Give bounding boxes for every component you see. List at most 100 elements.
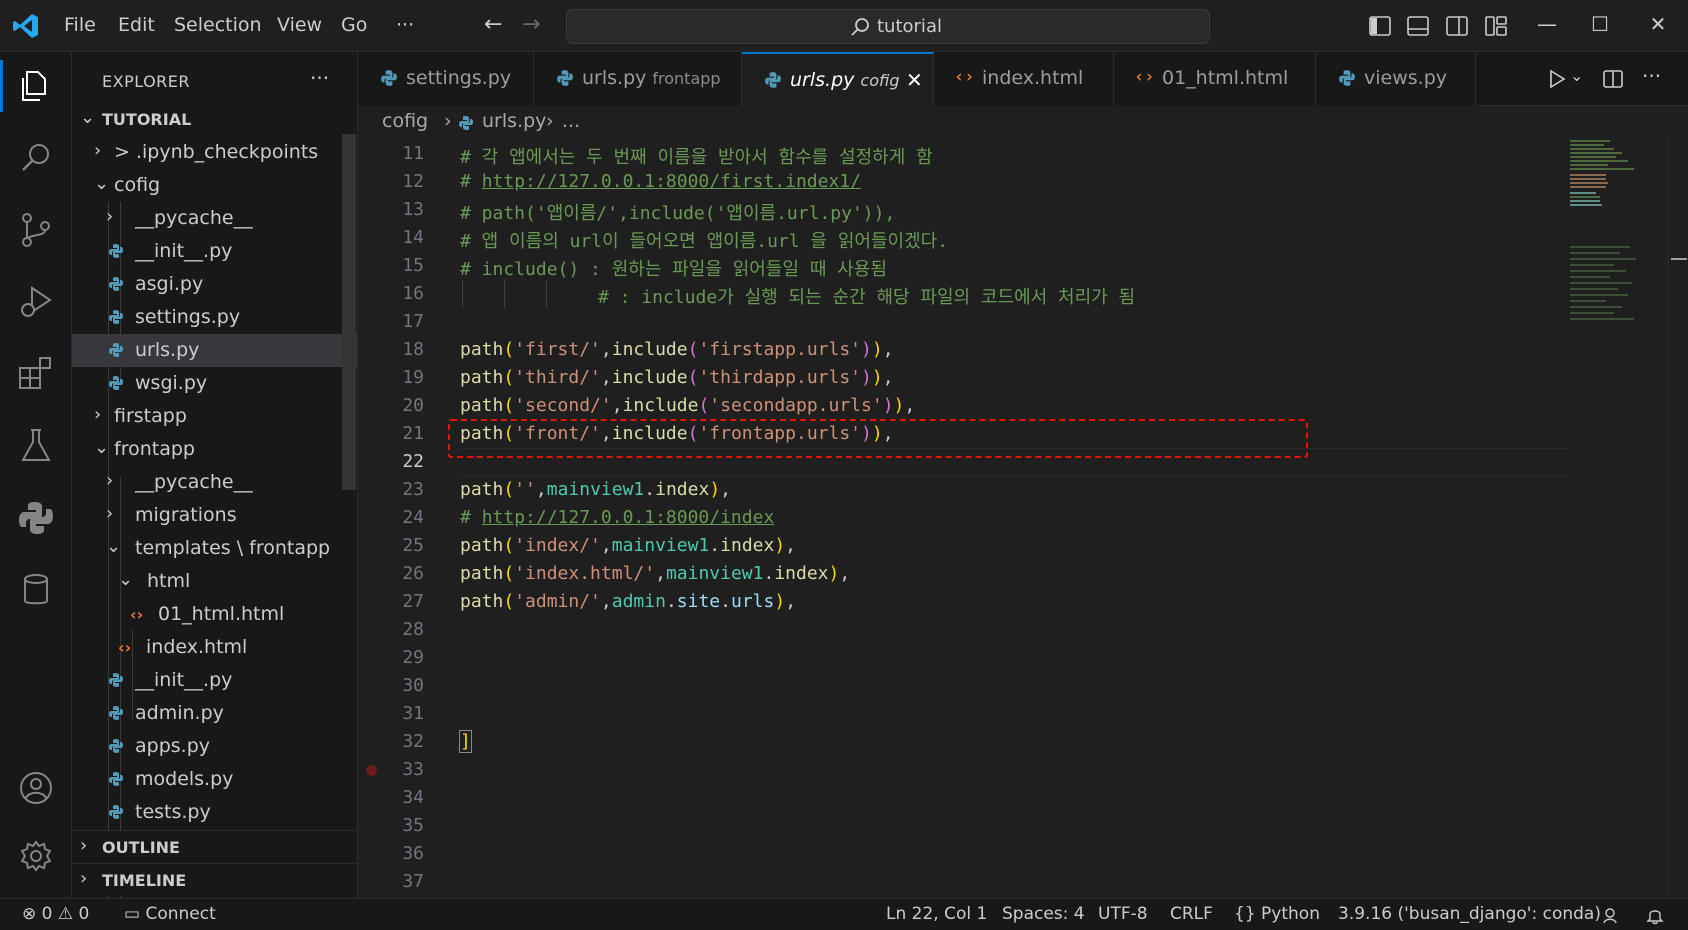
tree-file-apps-py[interactable]: apps.py bbox=[72, 730, 357, 763]
breadcrumb-separator-icon: › bbox=[444, 110, 452, 132]
tree-file-index-html[interactable]: ‹› index.html bbox=[72, 631, 357, 664]
code-token: urls bbox=[730, 591, 775, 612]
comment-link[interactable]: http://127.0.0.1:8000/index bbox=[482, 507, 775, 528]
menu-view[interactable]: View bbox=[277, 14, 322, 36]
tree-file-init-py[interactable]: __init__.py bbox=[72, 235, 357, 268]
tree-folder-templates-frontapp[interactable]: ⌄ templates \ frontapp bbox=[72, 532, 357, 565]
extensions-icon[interactable] bbox=[14, 352, 58, 396]
python-file-icon bbox=[109, 706, 123, 720]
feedback-icon[interactable] bbox=[1602, 906, 1622, 926]
timeline-section[interactable]: › TIMELINE bbox=[72, 863, 357, 896]
minimap[interactable] bbox=[1568, 140, 1668, 898]
run-debug-icon[interactable] bbox=[14, 280, 58, 324]
code-editor[interactable]: 11 # 각 앱에서는 두 번째 이름을 받아서 함수를 설정하게 함 12 #… bbox=[358, 140, 1668, 898]
python-interpreter[interactable]: 3.9.16 ('busan_django': conda) bbox=[1338, 904, 1601, 924]
run-python-file-icon[interactable] bbox=[1546, 68, 1568, 90]
encoding-setting[interactable]: UTF-8 bbox=[1098, 904, 1148, 924]
account-icon[interactable] bbox=[14, 766, 58, 810]
cursor-position[interactable]: Ln 22, Col 1 bbox=[886, 904, 987, 924]
editor-more-actions-icon[interactable]: ··· bbox=[1642, 64, 1661, 88]
tree-folder-migrations[interactable]: › migrations bbox=[72, 499, 357, 532]
tree-folder-ipynb-checkpoints[interactable]: › > .ipynb_checkpoints bbox=[72, 136, 357, 169]
tree-folder-frontapp[interactable]: ⌄ frontapp bbox=[72, 433, 357, 466]
code-token: path bbox=[460, 395, 504, 416]
indentation-setting[interactable]: Spaces: 4 bbox=[1002, 904, 1085, 924]
tree-file-asgi-py[interactable]: asgi.py bbox=[72, 268, 357, 301]
command-center-search[interactable]: tutorial bbox=[566, 9, 1210, 44]
tree-folder-firstapp[interactable]: › firstapp bbox=[72, 400, 357, 433]
maximize-icon[interactable]: ☐ bbox=[1586, 12, 1614, 40]
tab-index-html[interactable]: ‹› index.html bbox=[934, 52, 1114, 106]
run-dropdown-chevron-icon[interactable]: ⌄ bbox=[1570, 66, 1583, 85]
source-control-icon[interactable] bbox=[14, 208, 58, 252]
breadcrumb-file[interactable]: urls.py bbox=[482, 110, 546, 132]
editor-vertical-scrollbar[interactable] bbox=[1668, 140, 1688, 898]
forward-arrow-icon[interactable]: → bbox=[522, 12, 540, 37]
tree-folder-cofig[interactable]: ⌄ cofig bbox=[72, 169, 357, 202]
close-window-icon[interactable]: ✕ bbox=[1644, 12, 1672, 40]
comment-link[interactable]: http://127.0.0.1:8000/first.index1/ bbox=[482, 171, 861, 192]
minimize-icon[interactable]: — bbox=[1533, 12, 1561, 40]
line-number: 14 bbox=[402, 227, 424, 248]
explorer-more-actions[interactable]: ··· bbox=[310, 66, 329, 90]
code-token: ) bbox=[774, 591, 786, 612]
tree-root-tutorial[interactable]: ⌄ TUTORIAL bbox=[72, 103, 357, 136]
red-dashed-highlight-box bbox=[448, 419, 1308, 458]
toggle-primary-sidebar-icon[interactable] bbox=[1368, 14, 1392, 38]
settings-gear-icon[interactable] bbox=[14, 834, 58, 878]
command-center-label: tutorial bbox=[877, 16, 942, 37]
back-arrow-icon[interactable]: ← bbox=[484, 12, 502, 37]
tab-urls-py-frontapp[interactable]: urls.py frontapp bbox=[534, 52, 742, 106]
tab-views-py[interactable]: views.py bbox=[1316, 52, 1476, 106]
sidebar-scrollbar[interactable] bbox=[342, 134, 356, 490]
menu-file[interactable]: File bbox=[64, 14, 96, 36]
toggle-panel-icon[interactable] bbox=[1406, 14, 1430, 38]
toggle-secondary-sidebar-icon[interactable] bbox=[1445, 14, 1469, 38]
code-token: 'third/' bbox=[514, 367, 601, 388]
tree-file-tests-py[interactable]: tests.py bbox=[72, 796, 357, 829]
search-icon[interactable] bbox=[14, 136, 58, 180]
python-file-icon bbox=[109, 739, 123, 753]
code-token: 'index/' bbox=[514, 535, 601, 556]
menu-edit[interactable]: Edit bbox=[118, 14, 155, 36]
testing-flask-icon[interactable] bbox=[14, 424, 58, 468]
tree-file-init-py-frontapp[interactable]: __init__.py bbox=[72, 664, 357, 697]
tab-01-html[interactable]: ‹› 01_html.html bbox=[1114, 52, 1316, 106]
problems-indicator[interactable]: ⊗ 0 ⚠ 0 bbox=[22, 904, 89, 924]
tree-file-settings-py[interactable]: settings.py bbox=[72, 301, 357, 334]
tree-file-urls-py-selected[interactable]: urls.py bbox=[72, 334, 357, 367]
python-file-icon bbox=[1339, 70, 1355, 86]
tree-folder-pycache-frontapp[interactable]: › __pycache__ bbox=[72, 466, 357, 499]
tree-item-label: models.py bbox=[135, 768, 234, 790]
code-token: ) bbox=[861, 339, 872, 360]
outline-section[interactable]: › OUTLINE bbox=[72, 830, 357, 863]
breadcrumb-symbols[interactable]: ... bbox=[562, 110, 580, 132]
tree-file-01-html[interactable]: ‹› 01_html.html bbox=[72, 598, 357, 631]
explorer-files-icon[interactable] bbox=[14, 64, 58, 108]
customize-layout-icon[interactable] bbox=[1484, 14, 1508, 38]
close-tab-icon[interactable]: ✕ bbox=[906, 68, 923, 92]
line-number: 17 bbox=[402, 311, 424, 332]
code-token: . bbox=[709, 535, 721, 556]
database-icon[interactable] bbox=[14, 568, 58, 612]
remote-connect-button[interactable]: ▭ Connect bbox=[124, 904, 216, 924]
breadcrumb-folder[interactable]: cofig bbox=[382, 110, 428, 132]
eol-setting[interactable]: CRLF bbox=[1170, 904, 1213, 924]
tree-folder-html[interactable]: ⌄ html bbox=[72, 565, 357, 598]
split-editor-icon[interactable] bbox=[1602, 68, 1624, 90]
menu-go[interactable]: Go bbox=[341, 14, 367, 36]
notifications-bell-icon[interactable] bbox=[1645, 905, 1665, 925]
tab-settings-py[interactable]: settings.py bbox=[358, 52, 534, 106]
menu-selection[interactable]: Selection bbox=[174, 14, 262, 36]
language-mode[interactable]: {} Python bbox=[1234, 904, 1320, 924]
python-icon[interactable] bbox=[14, 496, 58, 540]
language-label: Python bbox=[1261, 904, 1320, 924]
tab-urls-py-cofig-active[interactable]: urls.py cofig ✕ bbox=[742, 52, 934, 106]
minimap-line bbox=[1570, 282, 1632, 284]
code-token: ( bbox=[503, 563, 515, 584]
tree-file-wsgi-py[interactable]: wsgi.py bbox=[72, 367, 357, 400]
tree-file-admin-py[interactable]: admin.py bbox=[72, 697, 357, 730]
tree-file-models-py[interactable]: models.py bbox=[72, 763, 357, 796]
menu-more[interactable]: ··· bbox=[396, 14, 414, 36]
tree-folder-pycache[interactable]: › __pycache__ bbox=[72, 202, 357, 235]
